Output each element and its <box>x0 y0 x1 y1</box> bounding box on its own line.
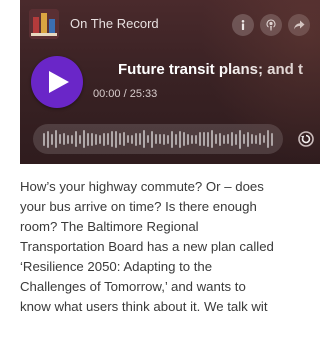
duration: 25:33 <box>129 88 158 100</box>
waveform-bar <box>267 130 269 148</box>
waveform-bar <box>107 133 109 145</box>
podcast-button[interactable] <box>260 14 282 36</box>
waveform-bar <box>91 132 93 146</box>
waveform-bar <box>259 133 261 145</box>
share-button[interactable] <box>288 14 310 36</box>
waveform-bar <box>123 132 125 146</box>
waveform-bar <box>63 133 65 145</box>
waveform-bar <box>199 132 201 146</box>
episode-description: How’s your highway commute? Or – does yo… <box>20 177 320 317</box>
waveform-bar <box>135 132 137 146</box>
waveform-bar <box>239 129 241 149</box>
episode-title: Future transit plans; and t <box>118 61 304 78</box>
audio-player: On The Record Future transit plans; and … <box>20 0 320 164</box>
waveform-scrubber[interactable] <box>33 124 283 154</box>
waveform-bar <box>51 133 53 145</box>
play-icon <box>49 71 69 93</box>
description-line: know what users think about it. We talk … <box>20 299 268 314</box>
waveform-bar <box>159 134 161 144</box>
waveform-bar <box>255 134 257 144</box>
replay-button[interactable] <box>297 130 315 148</box>
waveform-bar <box>47 130 49 148</box>
waveform-bar <box>231 132 233 146</box>
waveform-bar <box>163 133 165 145</box>
waveform-bar <box>103 132 105 146</box>
waveform-bar <box>119 133 121 145</box>
waveform-bar <box>115 130 117 148</box>
waveform-bar <box>215 134 217 144</box>
waveform-bar <box>219 132 221 146</box>
waveform-bar <box>55 130 57 148</box>
waveform-bar <box>207 131 209 147</box>
info-icon <box>241 20 245 30</box>
waveform-bar <box>75 131 77 147</box>
waveform-bar <box>43 132 45 146</box>
waveform-bar <box>235 133 237 145</box>
waveform-bar <box>131 134 133 144</box>
waveform-bar <box>151 130 153 148</box>
waveform-bar <box>71 134 73 144</box>
waveform-bar <box>95 133 97 145</box>
info-button[interactable] <box>232 14 254 36</box>
description-line: your bus arrive on time? Is there enough <box>20 199 257 214</box>
show-name[interactable]: On The Record <box>70 16 159 31</box>
waveform-bar <box>263 135 265 143</box>
waveform-bar <box>187 133 189 145</box>
waveform-bar <box>191 134 193 144</box>
waveform-bar <box>147 135 149 143</box>
waveform-bar <box>59 134 61 144</box>
waveform-bar <box>175 133 177 145</box>
waveform-bar <box>223 134 225 144</box>
waveform-bar <box>195 134 197 144</box>
waveform-bar <box>155 134 157 144</box>
waveform-bar <box>79 134 81 144</box>
description-line: Challenges of Tomorrow,’ and wants to <box>20 279 246 294</box>
description-line: ‘Resilience 2050: Adapting to the <box>20 259 213 274</box>
description-line: room? The Baltimore Regional <box>20 219 199 234</box>
waveform-bar <box>247 131 249 147</box>
description-line: Transportation Board has a new plan call… <box>20 239 274 254</box>
waveform-bar <box>143 130 145 148</box>
waveform-bar <box>83 130 85 148</box>
waveform-bar <box>67 134 69 144</box>
waveform-bar <box>171 130 173 148</box>
waveform-bar <box>251 134 253 144</box>
show-logo <box>29 9 59 39</box>
waveform-bar <box>227 134 229 144</box>
waveform-bar <box>127 135 129 143</box>
waveform-bar <box>203 132 205 146</box>
current-time: 00:00 <box>93 88 121 100</box>
waveform-bar <box>211 130 213 148</box>
share-icon <box>294 20 305 30</box>
waveform-bar <box>167 134 169 144</box>
waveform-bar <box>243 134 245 144</box>
time-readout: 00:00 / 25:33 <box>93 88 157 100</box>
waveform-bar <box>139 133 141 145</box>
description-line: How’s your highway commute? Or – does <box>20 179 264 194</box>
podcast-icon <box>266 19 276 31</box>
waveform-bar <box>111 131 113 147</box>
waveform-bar <box>183 132 185 146</box>
play-button[interactable] <box>31 56 83 108</box>
replay-icon <box>298 131 314 147</box>
waveform-bar <box>271 132 273 146</box>
waveform-bar <box>99 134 101 144</box>
waveform-bar <box>179 130 181 148</box>
waveform-bar <box>87 132 89 146</box>
